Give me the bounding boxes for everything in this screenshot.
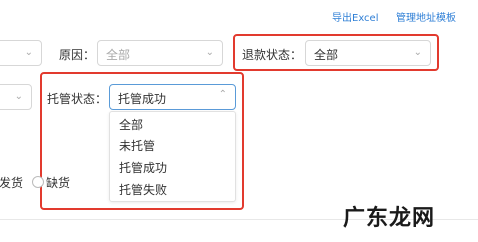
shipping-radio-partial[interactable]: 发货 — [0, 174, 23, 191]
custody-status-select-value: 托管成功 — [118, 92, 167, 106]
refund-status-select-value: 全部 — [314, 48, 339, 62]
chevron-down-icon: ⌄ — [205, 47, 214, 58]
shipping-radio-out-of-stock[interactable]: 缺货 — [32, 174, 70, 191]
custody-option-hosted-failed[interactable]: 托管失败 — [119, 181, 167, 198]
filter-select-left-partial[interactable]: ⌄ — [0, 40, 42, 66]
manage-address-template-link[interactable]: 管理地址模板 — [396, 9, 456, 24]
custody-option-all[interactable]: 全部 — [119, 116, 143, 133]
reason-label: 原因： — [59, 48, 96, 62]
custody-option-hosted-success[interactable]: 托管成功 — [119, 159, 167, 176]
radio-icon — [32, 176, 44, 188]
custody-status-dropdown: 全部 未托管 托管成功 托管失败 — [109, 111, 236, 202]
top-toolbar: 导出Excel 管理地址模板 — [0, 0, 478, 30]
chevron-up-icon: ⌃ — [218, 89, 227, 100]
filter-select-left-partial-2[interactable]: ⌄ — [0, 84, 32, 110]
reason-select-value: 全部 — [106, 48, 131, 62]
reason-select[interactable]: 全部 ⌄ — [97, 40, 223, 66]
export-excel-link[interactable]: 导出Excel — [332, 9, 379, 24]
shipping-option-label: 缺货 — [46, 176, 71, 190]
refund-status-select[interactable]: 全部 ⌄ — [305, 40, 431, 66]
chevron-down-icon: ⌄ — [24, 47, 33, 58]
chevron-down-icon: ⌄ — [14, 91, 23, 102]
shipping-option-label: 发货 — [0, 176, 24, 190]
custody-status-label: 托管状态： — [47, 92, 108, 106]
refund-status-label: 退款状态： — [242, 48, 303, 62]
custody-status-select[interactable]: 托管成功 ⌃ — [109, 84, 236, 110]
custody-option-not-hosted[interactable]: 未托管 — [119, 137, 155, 154]
watermark-text: 广东龙网 — [343, 206, 436, 231]
chevron-down-icon: ⌄ — [413, 47, 422, 58]
